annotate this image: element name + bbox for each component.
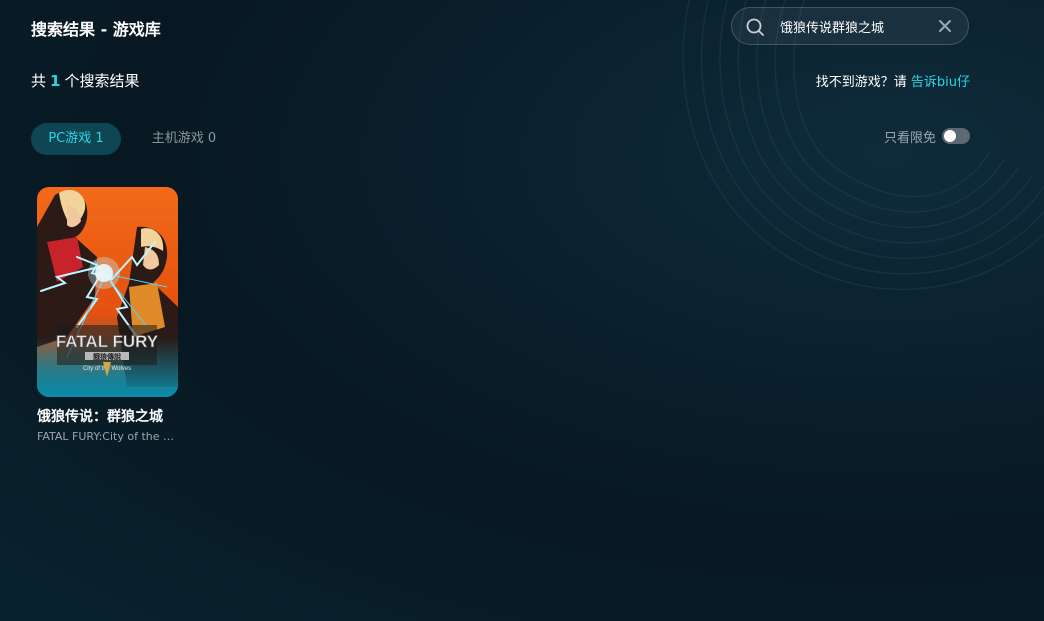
background-contour-decoration	[682, 0, 1044, 291]
tab-pc-games[interactable]: PC游戏 1	[31, 123, 121, 155]
feedback-text: 找不到游戏？请	[815, 75, 907, 90]
result-count: 共 1 个搜索结果	[31, 70, 139, 91]
free-only-filter: 只看限免	[884, 126, 970, 146]
toggle-knob	[944, 130, 956, 142]
free-only-toggle[interactable]	[942, 128, 970, 144]
result-count-suffix: 个搜索结果	[64, 72, 140, 90]
game-card[interactable]: FATAL FURY 餓狼傳說 City of the Wolves 饿狼传说：…	[37, 187, 178, 443]
tab-console-games[interactable]: 主机游戏 0	[138, 123, 230, 155]
game-subtitle: FATAL FURY:City of the Wolves	[37, 430, 178, 443]
game-cover-image[interactable]: FATAL FURY 餓狼傳說 City of the Wolves	[37, 187, 178, 397]
cover-logo-text: FATAL FURY	[56, 332, 159, 351]
result-count-number: 1	[50, 72, 61, 90]
cover-logo-cn-text: 餓狼傳說	[93, 352, 121, 361]
feedback-prompt: 找不到游戏？请 告诉biu仔	[816, 71, 970, 90]
feedback-link[interactable]: 告诉biu仔	[911, 75, 970, 90]
game-title[interactable]: 饿狼传说：群狼之城	[37, 406, 178, 426]
close-icon[interactable]	[938, 19, 952, 33]
search-icon[interactable]	[745, 17, 765, 37]
search-input[interactable]	[780, 16, 930, 36]
free-only-label: 只看限免	[883, 130, 936, 146]
result-count-prefix: 共	[31, 72, 47, 90]
page-title: 搜索结果 - 游戏库	[31, 20, 161, 39]
search-box[interactable]	[731, 7, 969, 45]
